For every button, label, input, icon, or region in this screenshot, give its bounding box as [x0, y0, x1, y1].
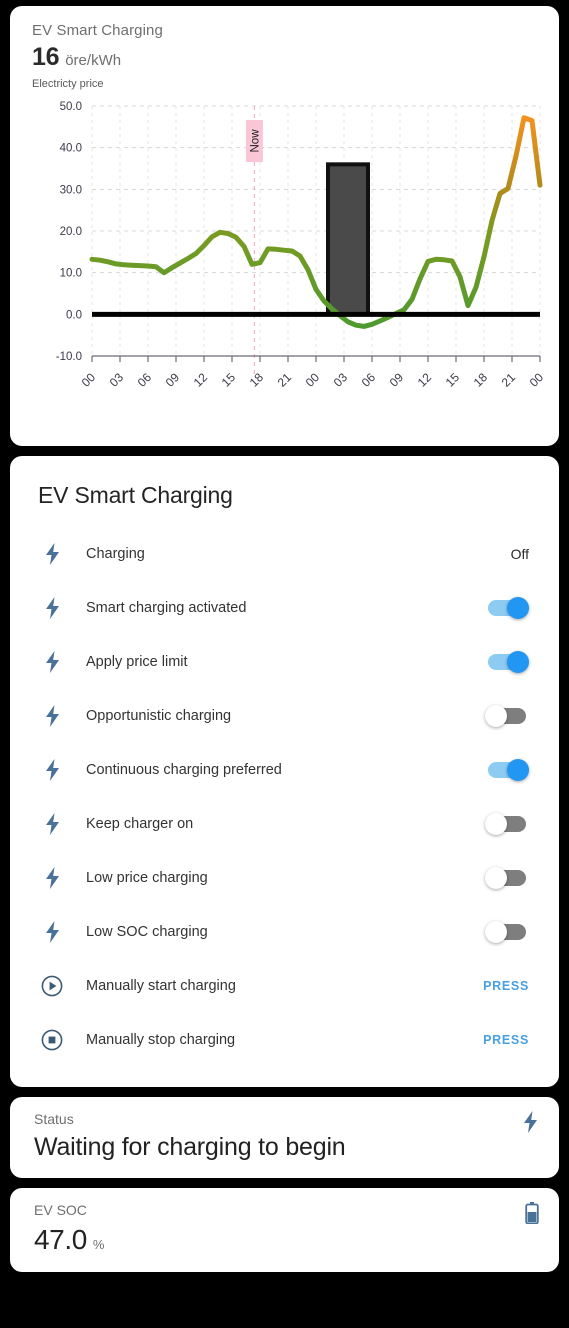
- svg-text:50.0: 50.0: [60, 101, 82, 113]
- settings-row[interactable]: Manually stop charging PRESS: [30, 1013, 539, 1067]
- svg-text:03: 03: [331, 370, 351, 390]
- current-price-value: 16: [32, 43, 60, 71]
- press-button[interactable]: PRESS: [483, 1033, 535, 1047]
- play-circle-icon: [32, 975, 72, 997]
- settings-row[interactable]: Keep charger on: [30, 797, 539, 851]
- current-price-unit: öre/kWh: [65, 52, 122, 69]
- settings-row[interactable]: Low SOC charging: [30, 905, 539, 959]
- svg-text:00: 00: [79, 370, 99, 390]
- lightning-bolt-icon: [32, 597, 72, 619]
- ev-smart-charging-settings-card: EV Smart Charging Charging Off Smart charg…: [10, 456, 559, 1087]
- svg-text:30.0: 30.0: [60, 184, 82, 196]
- status-value: Waiting for charging to begin: [34, 1133, 346, 1161]
- settings-row[interactable]: Smart charging activated: [30, 581, 539, 635]
- svg-text:12: 12: [415, 370, 435, 390]
- settings-row-toggle[interactable]: [485, 921, 529, 943]
- settings-row-label: Manually start charging: [86, 978, 236, 994]
- svg-text:18: 18: [471, 370, 491, 390]
- lightning-bolt-icon: [522, 1111, 539, 1138]
- settings-row[interactable]: Continuous charging preferred: [30, 743, 539, 797]
- lightning-bolt-icon: [32, 759, 72, 781]
- settings-card-title: EV Smart Charging: [38, 482, 233, 508]
- settings-row-toggle[interactable]: [485, 759, 529, 781]
- svg-text:00: 00: [527, 370, 545, 390]
- settings-row-value: Off: [510, 546, 529, 562]
- settings-row-toggle[interactable]: [485, 651, 529, 673]
- settings-row: Charging Off: [30, 527, 539, 581]
- svg-text:20.0: 20.0: [60, 226, 82, 238]
- lightning-bolt-icon: [32, 921, 72, 943]
- svg-text:-10.0: -10.0: [56, 351, 82, 363]
- svg-text:15: 15: [219, 370, 239, 390]
- price-plot: 50.0 40.0 30.0 20.0 10.0 0.0 -10.0 00 03 06 09 12 15…: [24, 98, 545, 408]
- dashboard-page: EV Smart Charging 16 öre/kWh Electricty …: [0, 0, 569, 1328]
- svg-text:09: 09: [387, 370, 407, 390]
- settings-row[interactable]: Low price charging: [30, 851, 539, 905]
- press-button[interactable]: PRESS: [483, 979, 535, 993]
- svg-text:06: 06: [135, 370, 155, 390]
- svg-text:09: 09: [163, 370, 183, 390]
- ev-soc-unit: %: [92, 1237, 105, 1252]
- ev-soc-value: 47.0: [34, 1224, 87, 1255]
- settings-row-label: Continuous charging preferred: [86, 762, 282, 778]
- svg-text:06: 06: [359, 370, 379, 390]
- svg-text:21: 21: [499, 370, 519, 390]
- lightning-bolt-icon: [32, 543, 72, 565]
- settings-row-label: Opportunistic charging: [86, 708, 232, 724]
- stop-circle-icon: [32, 1029, 72, 1051]
- settings-row[interactable]: Apply price limit: [30, 635, 539, 689]
- status-card: Status Waiting for charging to begin: [10, 1097, 559, 1178]
- lightning-bolt-icon: [32, 813, 72, 835]
- svg-text:10.0: 10.0: [60, 268, 82, 280]
- svg-text:15: 15: [443, 370, 463, 390]
- settings-row-label: Keep charger on: [86, 816, 194, 832]
- settings-row-label: Low price charging: [86, 870, 208, 886]
- ev-soc-card: EV SOC 47.0 %: [10, 1188, 559, 1272]
- battery-icon: [525, 1202, 539, 1229]
- svg-text:21: 21: [275, 370, 295, 390]
- svg-text:Now: Now: [249, 129, 261, 153]
- ev-soc-label: EV SOC: [34, 1202, 87, 1218]
- settings-row-toggle[interactable]: [485, 597, 529, 619]
- status-label: Status: [34, 1111, 74, 1127]
- svg-text:18: 18: [247, 370, 267, 390]
- settings-row[interactable]: Opportunistic charging: [30, 689, 539, 743]
- current-price-caption: Electricty price: [32, 78, 104, 90]
- electricity-price-chart-card: EV Smart Charging 16 öre/kWh Electricty …: [10, 6, 559, 446]
- svg-text:12: 12: [191, 370, 211, 390]
- price-plot-svg: 50.0 40.0 30.0 20.0 10.0 0.0 -10.0 00 03 06 09 12 15…: [56, 101, 545, 390]
- svg-text:0.0: 0.0: [66, 309, 82, 321]
- ev-soc-reading: 47.0 %: [34, 1224, 541, 1256]
- settings-row-label: Charging: [86, 546, 145, 562]
- chart-card-title: EV Smart Charging: [32, 22, 163, 39]
- lightning-bolt-icon: [32, 867, 72, 889]
- settings-row[interactable]: Manually start charging PRESS: [30, 959, 539, 1013]
- svg-text:40.0: 40.0: [60, 143, 82, 155]
- settings-row-label: Low SOC charging: [86, 924, 208, 940]
- svg-text:00: 00: [303, 370, 323, 390]
- settings-row-label: Manually stop charging: [86, 1032, 236, 1048]
- settings-row-toggle[interactable]: [485, 813, 529, 835]
- settings-row-list: Charging Off Smart charging activated Apply…: [30, 527, 539, 1067]
- settings-row-label: Smart charging activated: [86, 600, 247, 616]
- svg-text:03: 03: [107, 370, 127, 390]
- settings-row-toggle[interactable]: [485, 705, 529, 727]
- settings-row-label: Apply price limit: [86, 654, 188, 670]
- lightning-bolt-icon: [32, 651, 72, 673]
- lightning-bolt-icon: [32, 705, 72, 727]
- settings-row-toggle[interactable]: [485, 867, 529, 889]
- current-price: 16 öre/kWh: [32, 43, 545, 72]
